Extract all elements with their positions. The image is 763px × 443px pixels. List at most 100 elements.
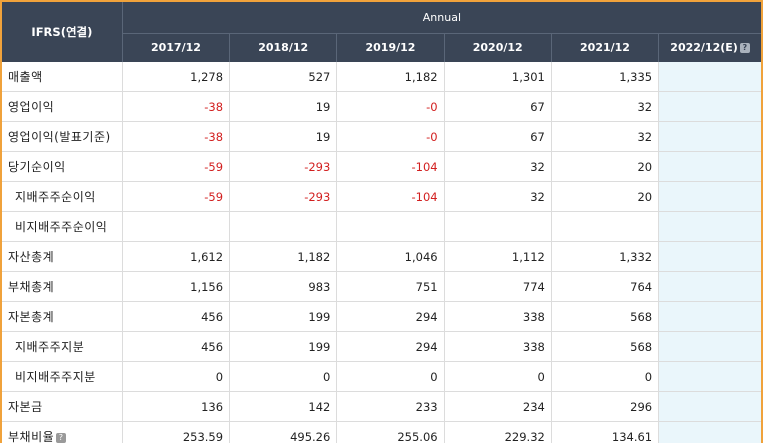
value-cell: 294 xyxy=(336,301,445,332)
value-cell: 67 xyxy=(444,91,552,122)
row-label-text: 자산총계 xyxy=(8,250,55,264)
value-cell: 233 xyxy=(336,391,445,422)
row-label: 부채비율? xyxy=(2,421,123,443)
financial-summary-table-frame: IFRS(연결) Annual 2017/12 2018/12 2019/12 … xyxy=(0,0,763,443)
value-cell: 67 xyxy=(444,121,552,152)
value-cell: 338 xyxy=(444,331,552,362)
value-cell: 1,182 xyxy=(336,62,445,92)
value-cell: 983 xyxy=(229,271,338,302)
ifrs-header: IFRS(연결) xyxy=(2,2,123,62)
value-cell: 1,182 xyxy=(229,241,338,272)
value-cell: 32 xyxy=(444,151,552,182)
value-cell: -59 xyxy=(122,181,231,212)
value-cell: 199 xyxy=(229,331,338,362)
table-row: 영업이익(발표기준) -38 19 -0 67 32 xyxy=(2,121,761,152)
help-icon[interactable]: ? xyxy=(739,43,750,54)
value-cell xyxy=(551,211,660,242)
value-cell: 1,612 xyxy=(122,241,231,272)
table-row: 부채비율? 253.59 495.26 255.06 229.32 134.61 xyxy=(2,421,761,443)
row-label-text: 영업이익 xyxy=(8,100,55,114)
value-cell: 1,112 xyxy=(444,241,552,272)
row-label-text: 부채총계 xyxy=(8,280,55,294)
estimate-cell xyxy=(658,421,761,443)
row-label-text: 매출액 xyxy=(8,70,43,84)
value-cell: 32 xyxy=(444,181,552,212)
table-row: 자본총계 456 199 294 338 568 xyxy=(2,301,761,332)
value-cell: 0 xyxy=(336,361,445,392)
value-cell: 20 xyxy=(551,151,660,182)
value-cell: 199 xyxy=(229,301,338,332)
value-cell: 495.26 xyxy=(229,421,338,443)
estimate-cell xyxy=(658,62,761,92)
value-cell: -38 xyxy=(122,121,231,152)
value-cell: 1,332 xyxy=(551,241,660,272)
value-cell: 234 xyxy=(444,391,552,422)
value-cell: 32 xyxy=(551,91,660,122)
value-cell: 1,278 xyxy=(122,62,231,92)
table-row: 자산총계 1,612 1,182 1,046 1,112 1,332 xyxy=(2,241,761,272)
row-label: 자본금 xyxy=(2,391,123,422)
row-label-text: 자본총계 xyxy=(8,310,55,324)
year-header: 2017/12 xyxy=(122,32,231,62)
estimate-cell xyxy=(658,361,761,392)
table-row: 비지배주주순이익 xyxy=(2,211,761,242)
value-cell xyxy=(122,211,231,242)
value-cell: -0 xyxy=(336,121,445,152)
value-cell: 568 xyxy=(551,301,660,332)
value-cell: 19 xyxy=(229,91,338,122)
value-cell: 20 xyxy=(551,181,660,212)
annual-header: Annual xyxy=(122,2,761,34)
value-cell: 229.32 xyxy=(444,421,552,443)
table-row: 매출액 1,278 527 1,182 1,301 1,335 xyxy=(2,62,761,92)
row-label-text: 지배주주순이익 xyxy=(15,190,96,204)
estimate-cell xyxy=(658,151,761,182)
table-row: 지배주주지분 456 199 294 338 568 xyxy=(2,331,761,362)
value-cell: 19 xyxy=(229,121,338,152)
row-label: 지배주주순이익 xyxy=(2,181,123,212)
table-row: 비지배주주지분 0 0 0 0 0 xyxy=(2,361,761,392)
row-label-text: 자본금 xyxy=(8,400,43,414)
row-label: 자본총계 xyxy=(2,301,123,332)
value-cell: 253.59 xyxy=(122,421,231,443)
value-cell xyxy=(336,211,445,242)
table-row: 자본금 136 142 233 234 296 xyxy=(2,391,761,422)
value-cell: -104 xyxy=(336,151,445,182)
value-cell xyxy=(444,211,552,242)
value-cell: 136 xyxy=(122,391,231,422)
value-cell: 527 xyxy=(229,62,338,92)
value-cell: 1,046 xyxy=(336,241,445,272)
value-cell: 774 xyxy=(444,271,552,302)
value-cell: 294 xyxy=(336,331,445,362)
value-cell: 0 xyxy=(444,361,552,392)
help-icon[interactable]: ? xyxy=(56,432,67,443)
year-header: 2020/12 xyxy=(444,32,552,62)
estimate-cell xyxy=(658,391,761,422)
row-label: 당기순이익 xyxy=(2,151,123,182)
value-cell: 134.61 xyxy=(551,421,660,443)
row-label: 영업이익 xyxy=(2,91,123,122)
value-cell: 0 xyxy=(551,361,660,392)
value-cell: 296 xyxy=(551,391,660,422)
estimate-cell xyxy=(658,91,761,122)
value-cell: 764 xyxy=(551,271,660,302)
value-cell: 0 xyxy=(229,361,338,392)
row-label: 비지배주주지분 xyxy=(2,361,123,392)
row-label: 부채총계 xyxy=(2,271,123,302)
value-cell xyxy=(229,211,338,242)
row-label-text: 지배주주지분 xyxy=(15,340,85,354)
value-cell: 0 xyxy=(122,361,231,392)
estimate-cell xyxy=(658,301,761,332)
value-cell: 568 xyxy=(551,331,660,362)
estimate-cell xyxy=(658,211,761,242)
row-label-text: 비지배주주지분 xyxy=(15,370,96,384)
estimate-cell xyxy=(658,331,761,362)
value-cell: 456 xyxy=(122,331,231,362)
estimate-cell xyxy=(658,271,761,302)
financial-summary-table: IFRS(연결) Annual 2017/12 2018/12 2019/12 … xyxy=(2,2,761,443)
row-label-text: 부채비율 xyxy=(8,430,55,443)
value-cell: -293 xyxy=(229,151,338,182)
estimate-year-label: 2022/12(E) xyxy=(670,41,738,55)
value-cell: -38 xyxy=(122,91,231,122)
value-cell: 1,335 xyxy=(551,62,660,92)
row-label-text: 당기순이익 xyxy=(8,160,66,174)
